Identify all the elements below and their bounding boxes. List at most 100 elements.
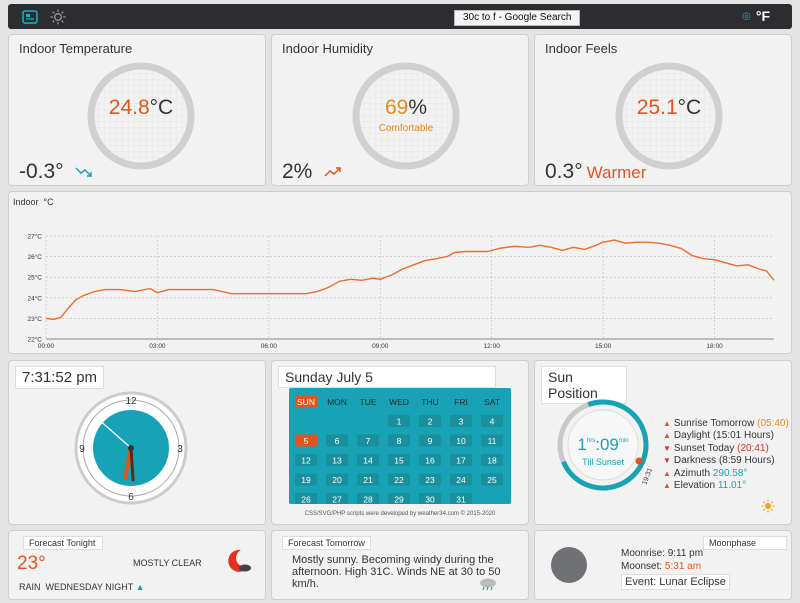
calendar-day-number: 19 [301, 475, 311, 485]
moonrise-label: Moonrise: [621, 548, 665, 559]
temperature-value: 24.8°C [86, 96, 196, 120]
x-tick-label: 15:00 [595, 343, 612, 350]
moon-cloud-icon [228, 549, 251, 572]
x-tick-label: 06:00 [261, 343, 278, 350]
calendar-day-number: 20 [332, 475, 342, 485]
feels-trend: 0.3° Warmer [545, 160, 646, 184]
calendar-day-number: 2 [428, 417, 433, 427]
calendar-day-number: 15 [394, 456, 404, 466]
calendar-day-number: 7 [366, 436, 371, 446]
elevation-row: ▲ Elevation 11.01° [663, 480, 746, 491]
dial-number-3: 3 [177, 444, 183, 455]
calendar-day-header: WED [389, 397, 409, 407]
y-tick-label: 23°C [27, 315, 42, 323]
humidity-value: 69% [351, 96, 461, 120]
sunset-countdown: 1hrs:09min [577, 435, 629, 454]
humidity-trend-value: 2% [282, 160, 313, 183]
daylight-value: (15:01 Hours) [712, 430, 774, 441]
card-title: Indoor Temperature [19, 41, 133, 56]
forecast-rain-row: RAIN WEDNESDAY NIGHT ▲ [19, 582, 144, 592]
calendar-day-number: 9 [428, 436, 433, 446]
humidity-number: 69 [384, 96, 409, 119]
calendar-day-number: 4 [490, 417, 495, 427]
y-tick-label: 25°C [27, 274, 42, 282]
dial-number-6: 6 [128, 492, 134, 503]
calendar-day-number: 29 [394, 495, 404, 505]
countdown-hours: 1 [577, 435, 587, 454]
calendar-day-number: 26 [301, 495, 311, 505]
x-tick-label: 03:00 [149, 343, 166, 350]
calendar-day-number: 3 [459, 417, 464, 427]
humidity-unit: % [408, 96, 428, 119]
azimuth-value: 290.58° [712, 468, 748, 479]
darkness-icon: ▼ [663, 456, 671, 465]
settings-sun-icon[interactable] [50, 9, 66, 25]
calendar-day-header: SAT [484, 397, 500, 407]
card-title: Indoor Feels [545, 41, 618, 56]
forecast-tonight-temp: 23° [17, 553, 46, 574]
calendar-day-number: 8 [397, 436, 402, 446]
dial-number-9: 9 [79, 444, 85, 455]
azimuth-label: Azimuth [673, 468, 711, 479]
darkness-label: Darkness [673, 455, 717, 466]
calendar-day-number: 16 [425, 456, 435, 466]
trend-up-icon [324, 167, 341, 177]
y-tick-label: 24°C [27, 294, 42, 302]
calendar-day-number: 31 [456, 495, 466, 505]
rain-cloud-icon [480, 578, 496, 591]
forecast-tomorrow-title: Forecast Tomorrow [282, 536, 371, 550]
forecast-tomorrow-card: Forecast Tomorrow Mostly sunny. Becoming… [271, 530, 529, 600]
daylight-row: ▲ Daylight (15:01 Hours) [663, 430, 774, 441]
sunrise-label: Sunrise Tomorrow [673, 418, 755, 429]
calendar-title: Sunday July 5 [278, 366, 496, 388]
calendar-day-number: 5 [304, 436, 309, 446]
x-tick-label: 18:00 [706, 343, 723, 350]
dashboard-icon[interactable] [22, 9, 38, 25]
indoor-humidity-card: Indoor Humidity 69% Comfortable 2% [271, 34, 529, 186]
daylight-icon: ▲ [663, 431, 671, 440]
calendar-credit: CSS/SVG/PHP scripts were developed by we… [304, 511, 496, 517]
sunset-label: Sunset Today [673, 443, 735, 454]
minute-hand [129, 446, 135, 482]
calendar-day-number: 23 [425, 475, 435, 485]
forecast-tonight-title: Forecast Tonight [23, 536, 103, 550]
sunrise-tomorrow-row: ▲ Sunrise Tomorrow (05:40) [663, 418, 789, 429]
calendar-grid: SUN MON TUE WED THU FRI SAT1 2 3 45 6 7 8 9 10 1112 13 14… [289, 388, 511, 504]
series-line [45, 239, 775, 321]
moonrise-value: 9:11 pm [667, 548, 704, 559]
sun-icon [761, 499, 775, 513]
calendar-day-number: 28 [363, 495, 373, 505]
moonrise-row: Moonrise: 9:11 pm [621, 548, 703, 559]
dial-number-12: 12 [125, 396, 137, 407]
unit-toggle[interactable]: ◎ °F [742, 8, 770, 24]
sunset-value: (20:41) [737, 443, 769, 454]
feels-value: 25.1°C [614, 96, 724, 120]
x-tick-label: 12:00 [484, 343, 501, 350]
calendar-day-number: 14 [363, 456, 373, 466]
forecast-tonight-condition: MOSTLY CLEAR [133, 558, 202, 568]
calendar-day-number: 6 [335, 436, 340, 446]
feels-number: 25.1 [636, 96, 678, 119]
humidity-trend: 2% [282, 160, 342, 184]
feels-unit: °C [677, 96, 702, 119]
x-tick-label: 00:00 [38, 343, 55, 350]
x-tick-label: 09:00 [372, 343, 389, 350]
calendar-day-header: THU [421, 397, 438, 407]
forecast-tonight-card: Forecast Tonight 23° MOSTLY CLEAR RAIN W… [8, 530, 266, 600]
digital-clock: 7:31:52 pm [15, 366, 105, 389]
azimuth-row: ▲ Azimuth 290.58° [663, 468, 747, 479]
top-bar: 30c to f - Google Search ◎ °F [8, 4, 792, 29]
indoor-temperature-card: Indoor Temperature 24.8°C -0.3° [8, 34, 266, 186]
countdown-minutes: 09 [599, 435, 619, 454]
darkness-row: ▼ Darkness (8:59 Hours) [663, 455, 775, 466]
sunrise-value: (05:40) [757, 418, 789, 429]
calendar-day-number: 30 [425, 495, 435, 505]
temperature-trend: -0.3° [19, 160, 93, 184]
sunset-caption: Till Sunset [582, 457, 624, 467]
calendar-day-number: 27 [332, 495, 342, 505]
trend-down-icon [75, 167, 93, 177]
sun-position-card: Sun Position 1hrs:09min Till Sunset 19:3… [534, 360, 792, 525]
calendar-day-header: FRI [454, 397, 468, 407]
unit-toggle-label: °F [755, 8, 770, 24]
moonphase-card: Moonphase Moonrise: 9:11 pm Moonset: 5:3… [534, 530, 792, 600]
